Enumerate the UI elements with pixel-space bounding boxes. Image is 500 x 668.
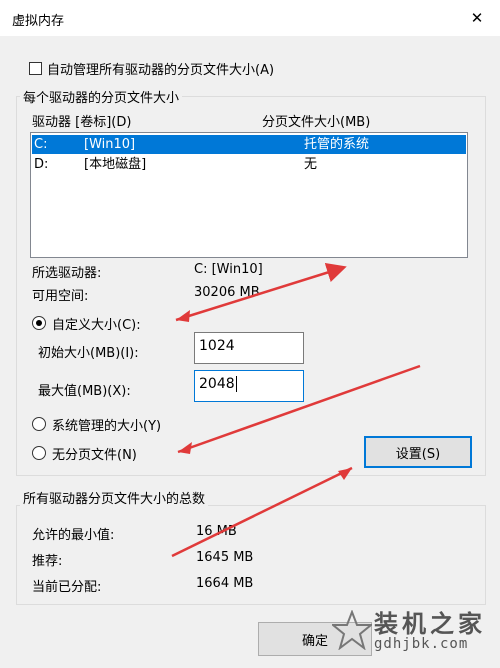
min-allowed-value: 16 MB (196, 524, 237, 539)
custom-size-label: 自定义大小(C): (52, 318, 141, 333)
ok-button-label: 确定 (301, 633, 328, 649)
system-managed-radio[interactable] (32, 417, 46, 431)
close-icon: ✕ (470, 9, 484, 27)
selected-drive-value: C: [Win10] (194, 262, 263, 277)
initial-size-input[interactable]: 1024 (194, 332, 304, 364)
star-logo-icon (332, 610, 372, 650)
free-space-value: 30206 MB (194, 285, 260, 300)
drives-group-title: 每个驱动器的分页文件大小 (20, 87, 183, 106)
set-button-label: 设置(S) (395, 446, 441, 462)
no-paging-file-radio[interactable] (32, 446, 46, 460)
min-allowed-label: 允许的最小值: (32, 528, 115, 543)
drive-volume-label: [本地磁盘] (84, 157, 147, 172)
free-space-label: 可用空间: (32, 289, 89, 304)
max-size-value: 2048 (199, 376, 235, 392)
currently-allocated-value: 1664 MB (196, 576, 254, 591)
drive-paging-size: 无 (304, 157, 318, 172)
recommended-label: 推荐: (32, 554, 63, 569)
system-managed-label: 系统管理的大小(Y) (52, 419, 162, 434)
max-size-label: 最大值(MB)(X): (38, 384, 131, 399)
drive-paging-size: 托管的系统 (304, 137, 370, 152)
watermark: 装机之家 gdhjbk.com (332, 602, 492, 660)
column-header-paging-size[interactable]: 分页文件大小(MB) (262, 111, 370, 130)
column-header-drive[interactable]: 驱动器 [卷标](D) (32, 111, 131, 130)
initial-size-label: 初始大小(MB)(I): (38, 346, 139, 361)
window-title: 虚拟内存 (12, 14, 65, 29)
list-item-drive-d[interactable]: D: [本地磁盘] 无 (32, 155, 466, 174)
drive-volume-label: [Win10] (84, 137, 136, 152)
custom-size-radio[interactable] (32, 316, 46, 330)
list-item-drive-c[interactable]: C: [Win10] 托管的系统 (32, 135, 466, 154)
title-bar: 虚拟内存 ✕ (0, 0, 500, 36)
drive-letter: C: (34, 137, 48, 152)
set-button[interactable]: 设置(S) (364, 436, 472, 468)
selected-drive-label: 所选驱动器: (32, 266, 102, 281)
initial-size-value: 1024 (199, 338, 235, 354)
auto-manage-label: 自动管理所有驱动器的分页文件大小(A) (47, 63, 275, 78)
totals-group-title: 所有驱动器分页文件大小的总数 (20, 488, 209, 507)
drives-list[interactable]: C: [Win10] 托管的系统 D: [本地磁盘] 无 (30, 132, 468, 258)
currently-allocated-label: 当前已分配: (32, 580, 102, 595)
close-button[interactable]: ✕ (454, 0, 500, 36)
radio-selected-dot (36, 320, 42, 326)
auto-manage-checkbox[interactable] (29, 62, 42, 75)
drive-letter: D: (34, 157, 49, 172)
recommended-value: 1645 MB (196, 550, 254, 565)
watermark-main-text: 装机之家 (374, 610, 486, 638)
max-size-input[interactable]: 2048 (194, 370, 304, 402)
text-caret (235, 376, 237, 392)
no-paging-file-label: 无分页文件(N) (52, 448, 137, 463)
watermark-url: gdhjbk.com (374, 636, 469, 652)
